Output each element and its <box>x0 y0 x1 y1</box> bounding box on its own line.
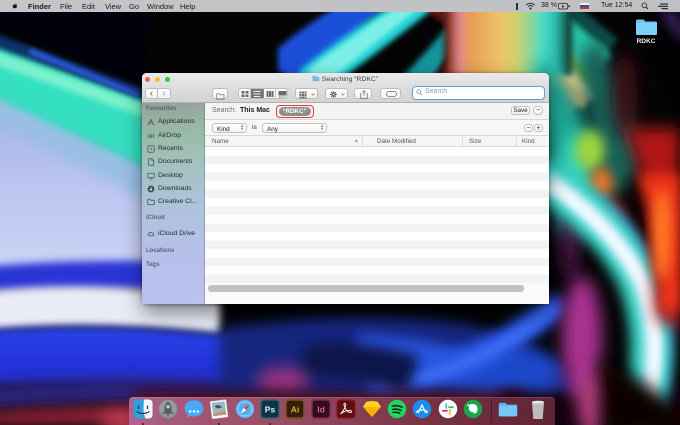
svg-text:Ps: Ps <box>265 405 276 415</box>
svg-text:Id: Id <box>317 405 325 415</box>
svg-text:Ai: Ai <box>291 405 300 415</box>
